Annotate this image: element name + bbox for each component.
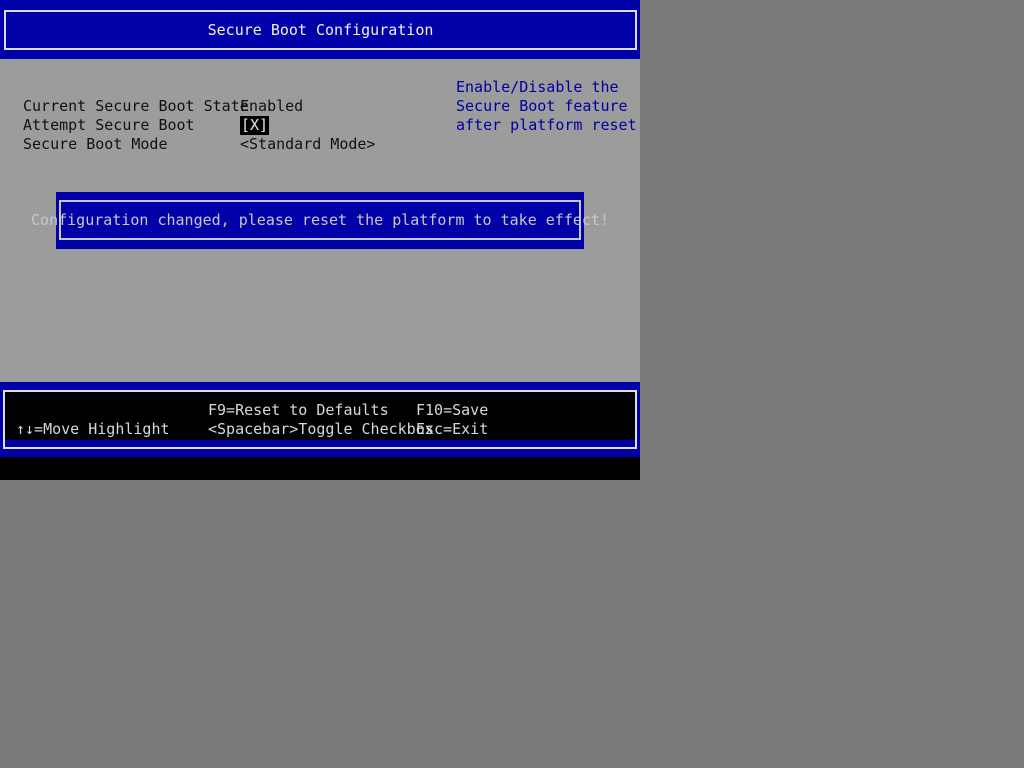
- bios-screen: Secure Boot Configuration Current Secure…: [0, 0, 640, 480]
- attempt-secure-boot-label: Attempt Secure Boot: [23, 116, 195, 134]
- footer-band: [5, 440, 635, 447]
- title-bar: Secure Boot Configuration: [0, 0, 640, 59]
- bottom-strip: [0, 457, 640, 480]
- current-secure-boot-state-value: Enabled: [240, 97, 304, 115]
- page-title: Secure Boot Configuration: [4, 10, 637, 50]
- help-text: Enable/Disable the Secure Boot feature a…: [456, 78, 637, 135]
- secure-boot-mode-select[interactable]: <Standard Mode>: [240, 135, 375, 154]
- help-line: Secure Boot feature: [456, 97, 628, 115]
- toggle-checkbox-key: <Spacebar>Toggle Checkbox: [208, 420, 434, 438]
- secure-boot-mode-label: Secure Boot Mode: [23, 135, 168, 153]
- help-line: Enable/Disable the: [456, 78, 619, 96]
- popup-message: Configuration changed, please reset the …: [31, 200, 609, 240]
- help-line: after platform reset: [456, 116, 637, 134]
- config-changed-popup: Configuration changed, please reset the …: [31, 192, 609, 249]
- move-highlight-key: ↑↓=Move Highlight: [16, 420, 170, 438]
- attempt-secure-boot-checkbox[interactable]: [X]: [240, 116, 270, 135]
- key-help-footer: F9=Reset to Defaults F10=Save ↑↓=Move Hi…: [0, 382, 640, 457]
- exit-key: Esc=Exit: [416, 420, 489, 438]
- current-secure-boot-state-label: Current Secure Boot State: [23, 97, 249, 115]
- key-help-box: F9=Reset to Defaults F10=Save ↑↓=Move Hi…: [3, 390, 637, 449]
- save-key: F10=Save: [416, 401, 489, 419]
- reset-defaults-key: F9=Reset to Defaults: [208, 401, 389, 419]
